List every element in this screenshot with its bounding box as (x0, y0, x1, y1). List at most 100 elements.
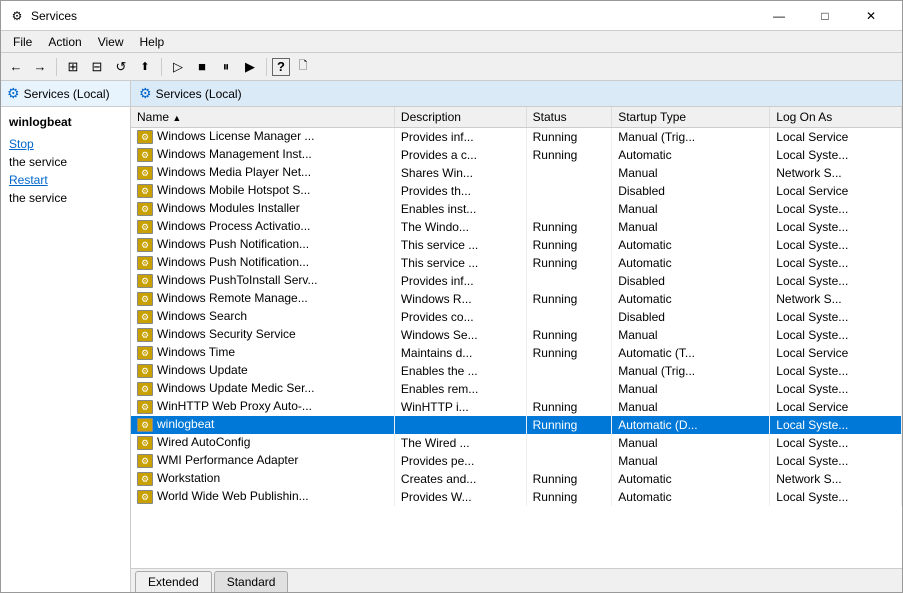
tab-standard[interactable]: Standard (214, 571, 289, 592)
table-row[interactable]: ⚙Windows License Manager ...Provides inf… (131, 128, 902, 146)
service-icon: ⚙ (137, 184, 153, 198)
service-startup: Manual (612, 326, 770, 344)
service-startup: Disabled (612, 308, 770, 326)
col-header-startup[interactable]: Startup Type (612, 107, 770, 128)
service-desc: Windows R... (394, 290, 526, 308)
service-icon: ⚙ (137, 130, 153, 144)
refresh-button[interactable]: ↺ (110, 56, 132, 78)
col-header-desc[interactable]: Description (394, 107, 526, 128)
service-status: Running (526, 470, 612, 488)
service-logon: Local Syste... (770, 434, 902, 452)
table-row[interactable]: ⚙Windows Process Activatio...The Windo..… (131, 218, 902, 236)
service-name: Windows Security Service (157, 327, 296, 341)
service-desc: The Wired ... (394, 434, 526, 452)
service-desc: Creates and... (394, 470, 526, 488)
table-row[interactable]: ⚙ Windows Update Medic Ser... Enables rem.… (131, 380, 902, 398)
table-row[interactable]: ⚙Windows SearchProvides co...DisabledLoc… (131, 308, 902, 326)
tab-extended[interactable]: Extended (135, 571, 212, 592)
minimize-button[interactable]: — (756, 1, 802, 31)
service-logon: Local Syste... (770, 326, 902, 344)
help-button[interactable]: ? (272, 58, 290, 76)
service-startup: Automatic (612, 290, 770, 308)
service-desc: Provides th... (394, 182, 526, 200)
service-startup: Automatic (612, 470, 770, 488)
service-name: Windows Update Medic Ser... (157, 381, 314, 395)
service-desc: Provides inf... (394, 272, 526, 290)
service-desc: Provides pe... (394, 452, 526, 470)
resume-button[interactable]: ▶ (239, 56, 261, 78)
show-hide-button[interactable]: ⊟ (86, 56, 108, 78)
table-row[interactable]: ⚙Windows Mobile Hotspot S...Provides th.… (131, 182, 902, 200)
service-name: Windows Modules Installer (157, 201, 300, 215)
start-button[interactable]: ▷ (167, 56, 189, 78)
service-desc: Provides co... (394, 308, 526, 326)
service-logon: Local Service (770, 182, 902, 200)
pause-button[interactable]: ⏸ (215, 56, 237, 78)
window-controls: — □ ✕ (756, 1, 894, 31)
service-startup: Manual (Trig... (612, 128, 770, 146)
service-icon: ⚙ (137, 220, 153, 234)
service-icon: ⚙ (137, 346, 153, 360)
table-row[interactable]: ⚙Windows PushToInstall Serv...Provides i… (131, 272, 902, 290)
services-table[interactable]: Name ▲ Description Status Startup Type L… (131, 107, 902, 568)
service-icon: ⚙ (137, 418, 153, 432)
left-panel-header: ⚙ Services (Local) (1, 81, 130, 107)
service-name: Windows Push Notification... (157, 237, 309, 251)
table-row[interactable]: ⚙Windows TimeMaintains d...RunningAutoma… (131, 344, 902, 362)
table-row[interactable]: ⚙Windows UpdateEnables the ...Manual (Tr… (131, 362, 902, 380)
col-header-status[interactable]: Status (526, 107, 612, 128)
maximize-button[interactable]: □ (802, 1, 848, 31)
service-logon: Network S... (770, 290, 902, 308)
menu-view[interactable]: View (90, 33, 132, 51)
table-row[interactable]: ⚙Windows Modules InstallerEnables inst..… (131, 200, 902, 218)
service-desc: Provides W... (394, 488, 526, 506)
table-row[interactable]: ⚙Wired AutoConfigThe Wired ...ManualLoca… (131, 434, 902, 452)
service-startup: Manual (Trig... (612, 362, 770, 380)
left-panel-content: winlogbeatStop the serviceRestart the se… (1, 107, 130, 592)
service-icon: ⚙ (137, 310, 153, 324)
service-status: Running (526, 254, 612, 272)
service-startup: Manual (612, 434, 770, 452)
service-startup: Automatic (612, 254, 770, 272)
stop-button[interactable]: ■ (191, 56, 213, 78)
service-icon: ⚙ (137, 382, 153, 396)
service-status (526, 434, 612, 452)
service-logon: Local Service (770, 398, 902, 416)
properties-button[interactable]: 🗋 (292, 56, 314, 78)
service-icon: ⚙ (137, 148, 153, 162)
service-name: Windows Time (157, 345, 235, 359)
table-row[interactable]: ⚙winlogbeatRunningAutomatic (D...Local S… (131, 416, 902, 434)
col-header-name[interactable]: Name ▲ (131, 107, 394, 128)
service-status (526, 308, 612, 326)
toolbar-sep-2 (161, 58, 162, 76)
table-row[interactable]: ⚙WorkstationCreates and...RunningAutomat… (131, 470, 902, 488)
up-button[interactable]: ⊞ (62, 56, 84, 78)
col-header-logon[interactable]: Log On As (770, 107, 902, 128)
right-panel-header: ⚙ Services (Local) (131, 81, 902, 107)
service-name: Windows Process Activatio... (157, 219, 310, 233)
table-row[interactable]: ⚙Windows Management Inst...Provides a c.… (131, 146, 902, 164)
service-status (526, 200, 612, 218)
menu-action[interactable]: Action (40, 33, 89, 51)
table-row[interactable]: ⚙World Wide Web Publishin...Provides W..… (131, 488, 902, 506)
service-startup: Manual (612, 452, 770, 470)
close-button[interactable]: ✕ (848, 1, 894, 31)
selected-service-name: winlogbeat (9, 115, 122, 129)
back-button[interactable]: ← (5, 56, 27, 78)
table-row[interactable]: ⚙Windows Push Notification...This servic… (131, 254, 902, 272)
table-row[interactable]: ⚙Windows Security ServiceWindows Se...Ru… (131, 326, 902, 344)
stop-link[interactable]: Stop (9, 137, 122, 151)
table-row[interactable]: ⚙WMI Performance AdapterProvides pe...Ma… (131, 452, 902, 470)
table-row[interactable]: ⚙Windows Media Player Net...Shares Win..… (131, 164, 902, 182)
table-row[interactable]: ⚙Windows Push Notification...This servic… (131, 236, 902, 254)
service-status (526, 182, 612, 200)
service-logon: Local Syste... (770, 200, 902, 218)
menu-help[interactable]: Help (132, 33, 173, 51)
restart-link[interactable]: Restart (9, 173, 122, 187)
table-row[interactable]: ⚙WinHTTP Web Proxy Auto-...WinHTTP i...R… (131, 398, 902, 416)
forward-button[interactable]: → (29, 56, 51, 78)
service-desc: Enables rem... (394, 380, 526, 398)
export-button[interactable]: ⬆ (134, 56, 156, 78)
table-row[interactable]: ⚙Windows Remote Manage...Windows R...Run… (131, 290, 902, 308)
menu-file[interactable]: File (5, 33, 40, 51)
